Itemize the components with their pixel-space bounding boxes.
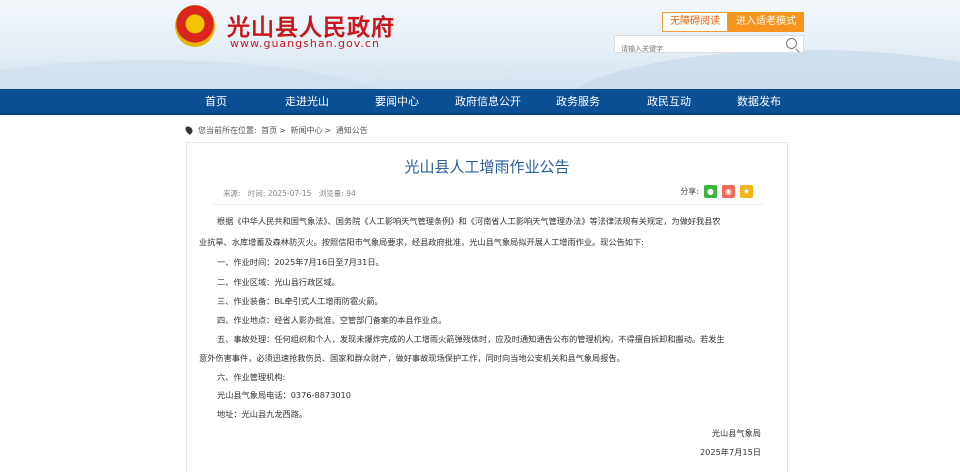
breadcrumb-separator: > — [279, 126, 286, 135]
paragraph: 光山县气象局电话：0376-8873010 — [217, 390, 351, 400]
main-nav: 首页 走进光山 要闻中心 政府信息公开 政务服务 政民互动 数据发布 — [0, 89, 960, 115]
location-pin-icon — [184, 125, 194, 135]
mountain-decoration — [0, 60, 400, 89]
divider — [211, 204, 763, 205]
paragraph: 六、作业管理机构: — [217, 372, 286, 382]
favorite-star-icon[interactable]: ★ — [740, 185, 753, 198]
breadcrumb-notices[interactable]: 通知公告 — [336, 126, 368, 135]
paragraph: 意外伤害事件，必须迅速抢救伤员、国家和群众财产，做好事故现场保护工作，同时向当地… — [199, 353, 625, 363]
article-meta: 来源: 时间: 2025-07-15 浏览量: 94 — [223, 188, 361, 199]
nav-gov-info[interactable]: 政府信息公开 — [455, 89, 521, 115]
wechat-icon[interactable]: ● — [704, 185, 717, 198]
breadcrumb-label: 您当前所在位置: — [198, 126, 257, 135]
breadcrumb-news[interactable]: 新闻中心 — [291, 126, 323, 135]
breadcrumb: 您当前所在位置: 首页 > 新闻中心 > 通知公告 — [184, 125, 370, 136]
share-bar: 分享: ● ◉ ★ — [680, 185, 753, 198]
signature: 光山县气象局 — [711, 428, 761, 438]
paragraph: 二、作业区域：光山县行政区域。 — [217, 277, 340, 287]
paragraph: 五、事故处理：任何组织和个人，发现未爆炸完成的人工增雨火箭弹残体时，应及时通知通… — [217, 334, 725, 344]
source: 来源: — [223, 189, 241, 198]
nav-services[interactable]: 政务服务 — [556, 89, 600, 115]
paragraph: 业抗旱、水库增蓄及森林防灭火。按照信阳市气象局要求，经县政府批准，光山县气象局拟… — [199, 237, 644, 247]
nav-news[interactable]: 要闻中心 — [375, 89, 419, 115]
search-input[interactable] — [615, 41, 775, 57]
search-icon[interactable] — [786, 38, 797, 49]
paragraph: 三、作业装备：BL牵引式人工增雨防雹火箭。 — [217, 296, 383, 306]
elder-mode-button[interactable]: 进入适老模式 — [728, 12, 804, 32]
weibo-icon[interactable]: ◉ — [722, 185, 735, 198]
article-title: 光山县人工增雨作业公告 — [404, 158, 570, 176]
paragraph: 根据《中华人民共和国气象法》、国务院《人工影响天气管理条例》和《河南省人工影响天… — [217, 216, 721, 226]
signature-date: 2025年7月15日 — [699, 447, 761, 457]
paragraph: 四、作业地点：经省人影办批准、空管部门备案的本县作业点。 — [217, 315, 447, 325]
share-label: 分享: — [680, 187, 699, 196]
nav-interaction[interactable]: 政民互动 — [647, 89, 691, 115]
paragraph: 地址：光山县九龙西路。 — [217, 409, 308, 419]
paragraph: 一、作业时间：2025年7月16日至7月31日。 — [217, 257, 384, 267]
site-header: 光山县人民政府 www.guangshan.gov.cn 无障碍阅读 进入适老模… — [0, 0, 960, 89]
site-url: www.guangshan.gov.cn — [230, 37, 380, 50]
nav-about[interactable]: 走进光山 — [285, 89, 329, 115]
national-emblem-logo — [175, 5, 215, 47]
publish-time: 时间: 2025-07-15 — [247, 189, 312, 198]
article-card: 光山县人工增雨作业公告 来源: 时间: 2025-07-15 浏览量: 94 分… — [186, 142, 788, 472]
view-count: 浏览量: 94 — [318, 189, 356, 198]
nav-home[interactable]: 首页 — [205, 89, 227, 115]
accessibility-button[interactable]: 无障碍阅读 — [662, 12, 728, 32]
breadcrumb-separator: > — [324, 126, 332, 135]
nav-data[interactable]: 数据发布 — [737, 89, 781, 115]
search-box — [614, 35, 804, 57]
breadcrumb-home[interactable]: 首页 — [261, 126, 277, 135]
